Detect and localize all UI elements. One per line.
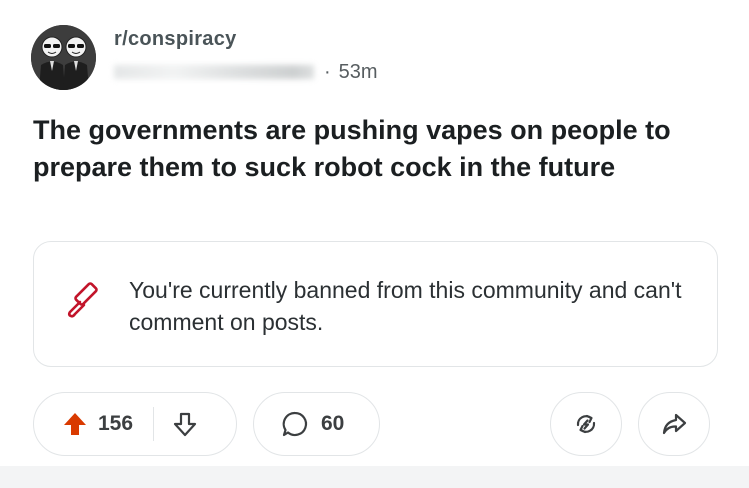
gavel-icon [67, 282, 98, 318]
crosspost-icon [576, 414, 596, 434]
feed-divider [0, 466, 749, 488]
upvote-icon[interactable] [62, 411, 88, 437]
vote-control: 156 [33, 392, 237, 456]
meta-separator: · [324, 60, 331, 83]
comment-count: 60 [321, 412, 345, 435]
share-button[interactable] [638, 392, 710, 456]
post-title[interactable]: The governments are pushing vapes on peo… [33, 112, 723, 186]
post-submeta: · 53m [114, 61, 378, 84]
ban-notice-text: You're currently banned from this commun… [129, 277, 682, 335]
post-age: 53m [338, 60, 378, 83]
redacted-username [114, 65, 314, 79]
comment-bubble-icon [282, 411, 308, 437]
ban-notice-card: You're currently banned from this commun… [33, 241, 718, 367]
vote-count: 156 [98, 412, 134, 435]
share-icon [662, 413, 687, 435]
community-name[interactable]: r/conspiracy [114, 28, 378, 51]
post-header: r/conspiracy · 53m [31, 25, 378, 90]
vote-divider [153, 407, 155, 441]
post-meta: r/conspiracy · 53m [114, 28, 378, 84]
agents-avatar-icon [31, 25, 96, 90]
comments-button[interactable]: 60 [253, 392, 380, 456]
community-avatar[interactable] [31, 25, 96, 90]
crosspost-button[interactable] [550, 392, 622, 456]
post-actions-bar: 156 60 [33, 392, 718, 456]
downvote-icon[interactable] [172, 411, 198, 437]
